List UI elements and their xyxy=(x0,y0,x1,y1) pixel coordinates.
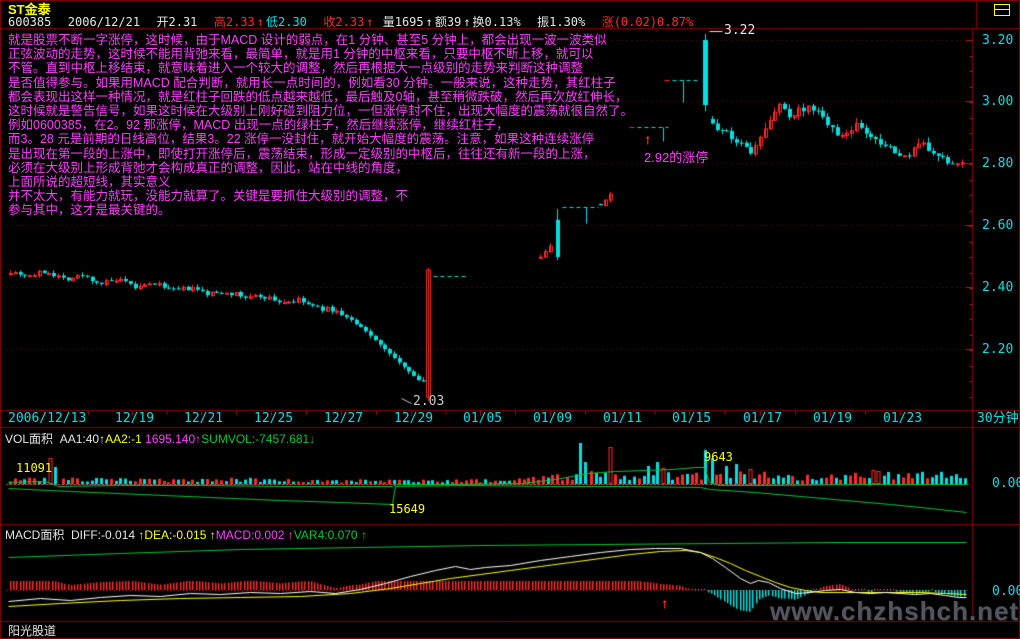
date-tick-label: 01/23 xyxy=(883,412,922,425)
low-price-label: 2.03 xyxy=(413,395,444,408)
quote-field-3: 高2.33 xyxy=(214,15,255,29)
quote-field-1: 2006/12/21 xyxy=(68,15,155,29)
annotation-line-13: 参与其中，这才是最关键的。 xyxy=(8,203,633,217)
vol-field-3: AA2:-1 xyxy=(105,432,145,446)
price-tick-label: 2.20 xyxy=(982,343,1013,356)
macd-field-5: MACD:0.002 xyxy=(216,528,288,542)
annotation-line-7: 例如0600385，在2。92 那涨停，MACD 出现一点的绿柱子，然后继续涨停… xyxy=(8,118,633,132)
date-tick-label: 12/27 xyxy=(324,412,363,425)
vol-field-6: SUMVOL:-7457.681 xyxy=(201,432,309,446)
quote-field-2: 开2.31 xyxy=(157,15,212,29)
quote-field-12: 换0.13% xyxy=(473,15,536,29)
vol-field-4: 1695.140 xyxy=(145,432,195,446)
watermark: www.chzhshch.net xyxy=(770,598,1019,624)
annotation-line-10: 必须在大级别上形成背弛才会构成真正的调整，因此，站在中线的角度， xyxy=(8,161,633,175)
quote-field-11: ↑ xyxy=(463,15,470,29)
vol-field-1: AA1:40 xyxy=(60,432,99,446)
price-tick-label: 2.40 xyxy=(982,281,1013,294)
date-tick-label: 01/19 xyxy=(813,412,852,425)
vol-field-7: ↓ xyxy=(309,432,315,446)
annotation-line-5: 都会表现出这样一种情况，就是红柱子回跌的低点越来越低，最后触及0轴，甚至稍微跌破… xyxy=(8,90,633,104)
date-tick-label: 01/15 xyxy=(672,412,711,425)
window-icon[interactable] xyxy=(994,4,1010,16)
date-tick-label: 12/29 xyxy=(394,412,433,425)
quote-field-14: 涨(0.02)0.87% xyxy=(602,15,693,29)
quote-field-13: 振1.30% xyxy=(537,15,600,29)
quote-field-7: ↑ xyxy=(366,15,380,29)
macd-field-7: VAR4:0.070 xyxy=(294,528,361,542)
volume-indicator-header: VOL面积 AA1:40↑AA2:-1 1695.140↑SUMVOL:-745… xyxy=(5,433,315,445)
volume-axis-label: 0.00 xyxy=(992,477,1020,490)
price-tick-label: 2.60 xyxy=(982,219,1013,232)
price-tick-label: 3.00 xyxy=(982,95,1013,108)
brand-label: 阳光股道 xyxy=(8,625,56,637)
app-window: ST金泰 600385 2006/12/21 开2.31 高2.33↑低2.30… xyxy=(0,0,1020,639)
date-tick-label: 12/19 xyxy=(115,412,154,425)
macd-signal-arrow-icon: ↑ xyxy=(661,596,668,610)
annotation-text-block: 就是股票不断一字涨停，这时候，由于MACD 设计的弱点，在1 分钟、甚至5 分钟… xyxy=(8,33,633,218)
annotation-line-2: 正弦波动的走势，这时候不能用背弛来看，最简单，就是用1 分钟的中枢来看，只要中枢… xyxy=(8,47,633,61)
annotation-line-4: 是否值得参与。如果用MACD 配合判断，就用长一点时间的，例如看30 分钟。一般… xyxy=(8,76,633,90)
volume-extreme-label: 11091 xyxy=(16,462,52,474)
date-tick-label: 01/09 xyxy=(533,412,572,425)
macd-field-3: DEA:-0.015 xyxy=(144,528,209,542)
window-icon-bar xyxy=(995,9,1009,10)
macd-indicator-header: MACD面积 DIFF:-0.014 ↑DEA:-0.015 ↑MACD:0.0… xyxy=(5,529,367,541)
period-label: 30分钟 xyxy=(977,412,1019,425)
quote-field-5: 低2.30 xyxy=(266,15,321,29)
date-tick-label: 01/11 xyxy=(603,412,642,425)
price-tick-label: 2.80 xyxy=(982,157,1013,170)
quote-field-8: 量1695 xyxy=(383,15,424,29)
quote-field-6: 收2.33 xyxy=(323,15,364,29)
volume-extreme-label: 15649 xyxy=(389,503,425,515)
vol-field-0: VOL面积 xyxy=(5,432,60,446)
limit-up-annotation: 2.92的涨停 xyxy=(644,151,708,164)
quote-field-9: ↑ xyxy=(426,15,433,29)
quote-info-bar: 600385 2006/12/21 开2.31 高2.33↑低2.30 收2.3… xyxy=(8,16,695,28)
annotation-line-9: 是出现在第一段的上涨中，即使打开涨停后，震荡结束，形成一定级别的中枢后，往往还有… xyxy=(8,147,633,161)
date-tick-label: 2006/12/13 xyxy=(8,412,86,425)
quote-field-0: 600385 xyxy=(8,15,66,29)
peak-price-label: 3.22 xyxy=(724,24,755,37)
quote-field-4: ↑ xyxy=(257,15,264,29)
date-tick-label: 01/05 xyxy=(463,412,502,425)
annotation-line-3: 不管。直到中枢上移结束，就意味着进入一个较大的调整，然后再根据大一点级别的走势来… xyxy=(8,61,633,75)
macd-field-1: DIFF:-0.014 xyxy=(71,528,138,542)
date-tick-label: 12/25 xyxy=(254,412,293,425)
annotation-line-12: 并不太大，有能力就玩，没能力就算了。关键是要抓住大级别的调整，不 xyxy=(8,189,633,203)
macd-field-8: ↑ xyxy=(361,528,367,542)
macd-field-0: MACD面积 xyxy=(5,528,71,542)
quote-field-10: 额39 xyxy=(435,15,461,29)
annotation-line-8: 而3。28 元是前期的日线高位，结果3。22 涨停一没封住，就开始大幅度的震荡。… xyxy=(8,132,633,146)
annotation-line-1: 就是股票不断一字涨停，这时候，由于MACD 设计的弱点，在1 分钟、甚至5 分钟… xyxy=(8,33,633,47)
date-tick-label: 01/17 xyxy=(743,412,782,425)
limit-up-arrow-icon: ↑ xyxy=(644,132,651,146)
annotation-line-6: 这时候就是警告信号，如果这时候在大级别上刚好碰到阻力位，一但涨停封不住，出现大幅… xyxy=(8,104,633,118)
price-tick-label: 3.20 xyxy=(982,34,1013,47)
annotation-line-11: 上面所说的超短线，其实意义 xyxy=(8,175,633,189)
date-tick-label: 12/21 xyxy=(184,412,223,425)
volume-extreme-label: 9643 xyxy=(704,451,733,463)
